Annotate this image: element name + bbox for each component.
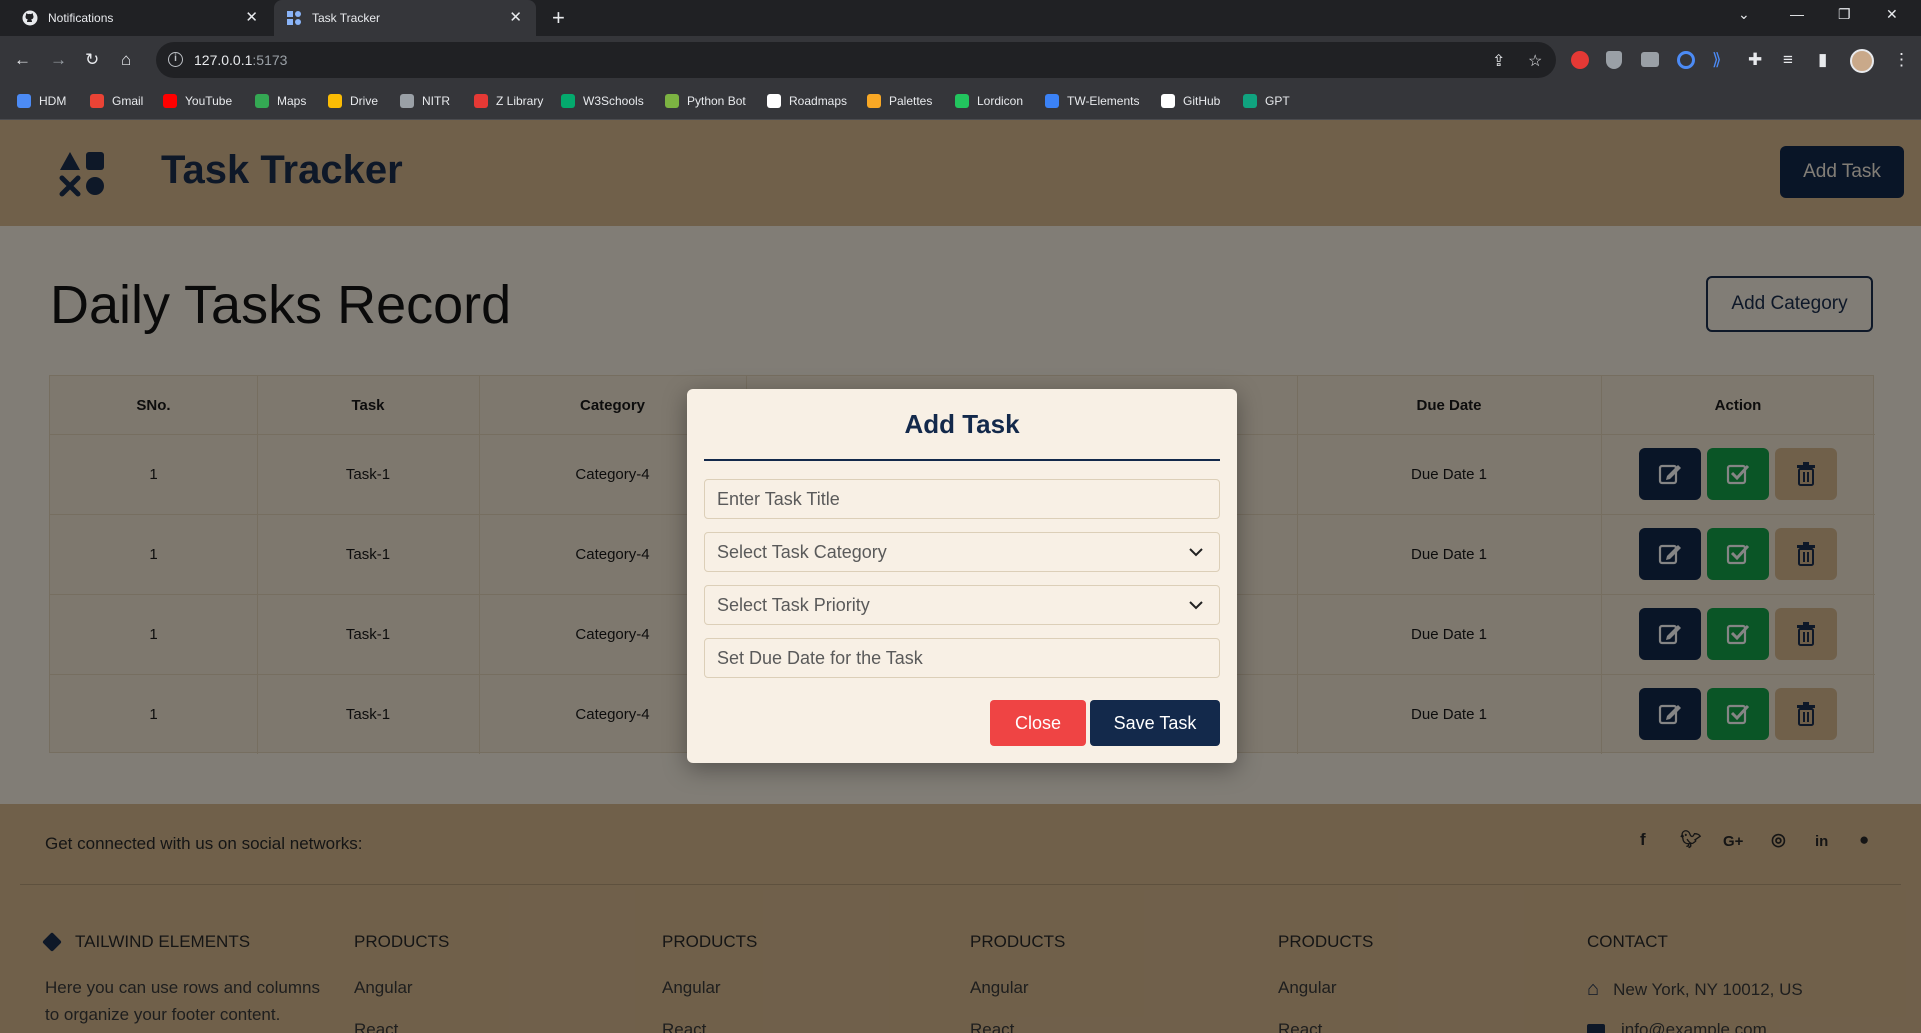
- bookmark-item[interactable]: Drive: [328, 94, 378, 108]
- bookmark-item[interactable]: Roadmaps: [767, 94, 847, 108]
- select-placeholder: Select Task Category: [717, 541, 887, 562]
- minimize-button[interactable]: —: [1790, 6, 1804, 22]
- bookmark-item[interactable]: Maps: [255, 94, 306, 108]
- side-panel-icon[interactable]: ▮: [1818, 49, 1827, 71]
- close-tab-icon[interactable]: ✕: [245, 10, 258, 26]
- bookmark-item[interactable]: Gmail: [90, 94, 143, 108]
- bookmark-label: GitHub: [1183, 94, 1221, 108]
- bookmark-label: Python Bot: [687, 94, 746, 108]
- bookmark-label: Z Library: [496, 94, 544, 108]
- bookmark-label: YouTube: [185, 94, 233, 108]
- new-tab-button[interactable]: +: [552, 6, 565, 30]
- bookmarks-bar: HDM Gmail YouTube Maps Drive NITR Z Library W3S…: [0, 86, 1921, 120]
- restore-button[interactable]: ❐: [1838, 6, 1851, 23]
- bookmark-icon: [561, 94, 575, 108]
- bookmark-label: W3Schools: [583, 94, 644, 108]
- bookmark-label: NITR: [422, 94, 450, 108]
- tab-notifications[interactable]: Notifications ✕: [10, 0, 272, 36]
- bookmark-icon: [767, 94, 781, 108]
- bookmark-icon: [867, 94, 881, 108]
- bookmark-icon: [17, 94, 31, 108]
- bookmark-icon: [90, 94, 104, 108]
- chevron-down-icon: [1187, 596, 1205, 619]
- shield-icon[interactable]: [1606, 51, 1622, 69]
- puzzle-icon[interactable]: ✚: [1748, 49, 1762, 71]
- audio-icon[interactable]: ⟫: [1712, 49, 1721, 71]
- screen: Notifications ✕ Task Tracker ✕ + ⌄ — ❐ ✕…: [0, 0, 1921, 1033]
- select-placeholder: Select Task Priority: [717, 594, 870, 615]
- modal-divider: [704, 459, 1220, 461]
- bookmark-item[interactable]: HDM: [17, 94, 66, 108]
- bookmark-item[interactable]: Lordicon: [955, 94, 1023, 108]
- bookmark-icon: [955, 94, 969, 108]
- home-icon[interactable]: ⌂: [121, 49, 131, 71]
- reload-icon[interactable]: ↻: [85, 49, 99, 71]
- address-bar[interactable]: i 127.0.0.1:5173 ⇪ ☆: [156, 42, 1556, 78]
- chevron-down-icon: [1187, 543, 1205, 566]
- tab-task-tracker[interactable]: Task Tracker ✕: [274, 0, 536, 36]
- bookmark-label: Lordicon: [977, 94, 1024, 108]
- forward-icon[interactable]: →: [50, 49, 67, 71]
- bookmark-item[interactable]: Z Library: [474, 94, 543, 108]
- bookmark-label: Palettes: [889, 94, 933, 108]
- extension-icon[interactable]: [1677, 51, 1695, 69]
- camera-icon[interactable]: [1641, 52, 1659, 67]
- url-text: 127.0.0.1:5173: [194, 52, 288, 68]
- bookmark-label: GPT: [1265, 94, 1290, 108]
- bookmark-icon: [1243, 94, 1257, 108]
- info-icon[interactable]: i: [168, 52, 183, 67]
- media-icon[interactable]: ≡: [1783, 49, 1793, 71]
- github-icon: [22, 10, 38, 26]
- bookmark-star-icon[interactable]: ☆: [1528, 51, 1542, 71]
- tab-title: Task Tracker: [312, 11, 381, 25]
- close-tab-icon[interactable]: ✕: [509, 10, 522, 26]
- bookmark-label: Maps: [277, 94, 307, 108]
- bookmark-icon: [400, 94, 414, 108]
- bookmark-item[interactable]: W3Schools: [561, 94, 644, 108]
- bookmark-icon: [255, 94, 269, 108]
- tab-search-icon[interactable]: ⌄: [1738, 6, 1750, 23]
- bookmark-label: TW-Elements: [1067, 94, 1140, 108]
- menu-icon[interactable]: ⋮: [1893, 49, 1910, 71]
- bookmark-item[interactable]: TW-Elements: [1045, 94, 1139, 108]
- bookmark-item[interactable]: Palettes: [867, 94, 932, 108]
- bookmark-label: Gmail: [112, 94, 144, 108]
- avatar[interactable]: [1850, 49, 1874, 73]
- task-title-input[interactable]: Enter Task Title: [704, 479, 1220, 519]
- bookmark-icon: [163, 94, 177, 108]
- bookmark-item[interactable]: YouTube: [163, 94, 232, 108]
- close-window-button[interactable]: ✕: [1886, 6, 1898, 23]
- tab-title: Notifications: [48, 11, 114, 25]
- browser-toolbar: ← → ↻ ⌂ i 127.0.0.1:5173 ⇪ ☆ ⟫ ✚ ≡ ▮ ⋮: [0, 36, 1921, 86]
- app-icon: [286, 10, 302, 26]
- bookmark-icon: [665, 94, 679, 108]
- bookmark-label: Drive: [350, 94, 379, 108]
- bookmark-icon: [328, 94, 342, 108]
- add-task-modal: Add Task Enter Task Title Select Task Ca…: [687, 389, 1237, 763]
- share-icon[interactable]: ⇪: [1492, 51, 1505, 71]
- bookmark-label: HDM: [39, 94, 67, 108]
- save-task-button[interactable]: Save Task: [1090, 700, 1220, 746]
- back-icon[interactable]: ←: [14, 49, 31, 71]
- due-date-input[interactable]: Set Due Date for the Task: [704, 638, 1220, 678]
- browser-tab-bar: Notifications ✕ Task Tracker ✕ + ⌄ — ❐ ✕: [0, 0, 1921, 36]
- close-button[interactable]: Close: [990, 700, 1086, 746]
- bookmark-item[interactable]: GitHub: [1161, 94, 1220, 108]
- bookmark-item[interactable]: NITR: [400, 94, 450, 108]
- task-priority-select[interactable]: Select Task Priority: [704, 585, 1220, 625]
- bookmark-icon: [1161, 94, 1175, 108]
- bookmark-icon: [1045, 94, 1059, 108]
- bookmark-item[interactable]: Python Bot: [665, 94, 746, 108]
- bookmark-icon: [474, 94, 488, 108]
- extension-icon[interactable]: [1571, 51, 1589, 69]
- modal-title: Add Task: [904, 409, 1020, 439]
- task-category-select[interactable]: Select Task Category: [704, 532, 1220, 572]
- bookmark-item[interactable]: GPT: [1243, 94, 1290, 108]
- bookmark-label: Roadmaps: [789, 94, 848, 108]
